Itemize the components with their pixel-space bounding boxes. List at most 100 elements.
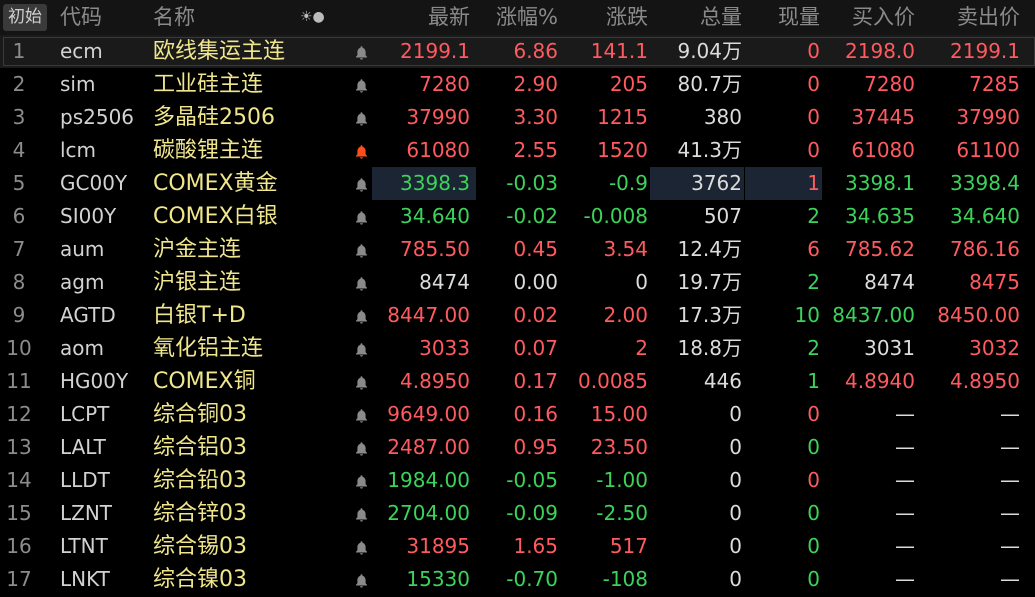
change-percent: 3.30 xyxy=(513,105,558,129)
symbol-code[interactable]: LTNT xyxy=(60,530,150,563)
last-price: 8447.00 xyxy=(387,303,470,327)
table-row[interactable]: 17 LNKT 综合镍03 15330 -0.70 -108 0 0 — — xyxy=(0,563,1035,596)
table-row[interactable]: 8 agm 沪银主连 8474 0.00 0 19.7万 2 8474 8475 xyxy=(0,266,1035,299)
column-header-ask[interactable]: 卖出价 xyxy=(918,0,1020,35)
symbol-code[interactable]: HG00Y xyxy=(60,365,150,398)
total-volume: 0 xyxy=(729,534,742,558)
current-volume: 2 xyxy=(807,204,820,228)
symbol-name[interactable]: 沪银主连 xyxy=(153,266,348,299)
symbol-code[interactable]: AGTD xyxy=(60,299,150,332)
symbol-name[interactable]: 综合锡03 xyxy=(153,530,348,563)
bell-icon[interactable] xyxy=(350,134,372,167)
symbol-code[interactable]: lcm xyxy=(60,134,150,167)
table-row[interactable]: 15 LZNT 综合锌03 2704.00 -0.09 -2.50 0 0 — — xyxy=(0,497,1035,530)
change-amount: -0.9 xyxy=(608,171,648,195)
symbol-code[interactable]: aum xyxy=(60,233,150,266)
bell-icon[interactable] xyxy=(350,563,372,596)
symbol-code[interactable]: LNKT xyxy=(60,563,150,596)
bell-icon[interactable] xyxy=(350,233,372,266)
bell-icon[interactable] xyxy=(350,431,372,464)
ask-price: 8475 xyxy=(969,270,1020,294)
ask-price: 61100 xyxy=(956,138,1020,162)
symbol-name[interactable]: 欧线集运主连 xyxy=(153,35,348,68)
symbol-name[interactable]: COMEX铜 xyxy=(153,365,348,398)
ask-price: 786.16 xyxy=(950,237,1020,261)
bell-icon[interactable] xyxy=(350,365,372,398)
initial-tag-button[interactable]: 初始 xyxy=(3,4,47,31)
column-header-bid[interactable]: 买入价 xyxy=(822,0,915,35)
last-price: 9649.00 xyxy=(387,402,470,426)
symbol-code[interactable]: SI00Y xyxy=(60,200,150,233)
symbol-name[interactable]: 沪金主连 xyxy=(153,233,348,266)
symbol-name[interactable]: 综合锌03 xyxy=(153,497,348,530)
bell-icon[interactable] xyxy=(350,464,372,497)
symbol-name[interactable]: 综合镍03 xyxy=(153,563,348,596)
symbol-name[interactable]: 多晶硅2506 xyxy=(153,101,348,134)
change-percent: -0.09 xyxy=(506,501,558,525)
table-row[interactable]: 2 sim 工业硅主连 7280 2.90 205 80.7万 0 7280 7285 xyxy=(0,68,1035,101)
bell-icon[interactable] xyxy=(350,332,372,365)
column-header-current[interactable]: 现量 xyxy=(745,0,820,35)
table-row[interactable]: 1 ecm 欧线集运主连 2199.1 6.86 141.1 9.04万 0 2198.0 219… xyxy=(0,35,1035,68)
total-volume: 0 xyxy=(729,402,742,426)
display-toggle-icon[interactable]: ☀● xyxy=(300,0,340,35)
column-header-name[interactable]: 名称 xyxy=(153,0,233,35)
table-row[interactable]: 13 LALT 综合铝03 2487.00 0.95 23.50 0 0 — — xyxy=(0,431,1035,464)
symbol-name[interactable]: COMEX白银 xyxy=(153,200,348,233)
total-volume: 17.3万 xyxy=(677,303,742,327)
symbol-code[interactable]: LZNT xyxy=(60,497,150,530)
last-price: 1984.00 xyxy=(387,468,470,492)
symbol-code[interactable]: agm xyxy=(60,266,150,299)
bid-price: — xyxy=(895,567,915,591)
table-row[interactable]: 9 AGTD 白银T+D 8447.00 0.02 2.00 17.3万 10 8437.00 8… xyxy=(0,299,1035,332)
table-row[interactable]: 4 lcm 碳酸锂主连 61080 2.55 1520 41.3万 0 61080 61100 xyxy=(0,134,1035,167)
symbol-code[interactable]: GC00Y xyxy=(60,167,150,200)
symbol-code[interactable]: LCPT xyxy=(60,398,150,431)
table-row[interactable]: 7 aum 沪金主连 785.50 0.45 3.54 12.4万 6 785.62 786.16 xyxy=(0,233,1035,266)
symbol-name[interactable]: 综合铝03 xyxy=(153,431,348,464)
table-row[interactable]: 3 ps2506 多晶硅2506 37990 3.30 1215 380 0 37445 3799… xyxy=(0,101,1035,134)
symbol-name[interactable]: 综合铜03 xyxy=(153,398,348,431)
symbol-code[interactable]: ecm xyxy=(60,35,150,68)
column-header-last[interactable]: 最新 xyxy=(380,0,470,35)
symbol-name[interactable]: 综合铅03 xyxy=(153,464,348,497)
bell-icon[interactable] xyxy=(350,398,372,431)
table-row[interactable]: 16 LTNT 综合锡03 31895 1.65 517 0 0 — — xyxy=(0,530,1035,563)
bell-icon[interactable] xyxy=(350,266,372,299)
table-row[interactable]: 6 SI00Y COMEX白银 34.640 -0.02 -0.008 507 2 34.635… xyxy=(0,200,1035,233)
symbol-code[interactable]: LLDT xyxy=(60,464,150,497)
symbol-code[interactable]: sim xyxy=(60,68,150,101)
table-row[interactable]: 10 aom 氧化铝主连 3033 0.07 2 18.8万 2 3031 3032 xyxy=(0,332,1035,365)
column-header-volume[interactable]: 总量 xyxy=(650,0,742,35)
column-header-pct[interactable]: 涨幅% xyxy=(470,0,558,35)
row-number: 3 xyxy=(12,105,26,129)
bell-icon[interactable] xyxy=(350,167,372,200)
bell-icon[interactable] xyxy=(350,200,372,233)
symbol-name[interactable]: 氧化铝主连 xyxy=(153,332,348,365)
symbol-code[interactable]: aom xyxy=(60,332,150,365)
symbol-name[interactable]: 工业硅主连 xyxy=(153,68,348,101)
change-percent: 0.45 xyxy=(513,237,558,261)
ask-price: 8450.00 xyxy=(937,303,1020,327)
bell-icon[interactable] xyxy=(350,68,372,101)
bell-icon[interactable] xyxy=(350,497,372,530)
table-row[interactable]: 5 GC00Y COMEX黄金 3398.3 -0.03 -0.9 3762 1 3398.1 3… xyxy=(0,167,1035,200)
current-volume: 0 xyxy=(807,435,820,459)
column-header-change[interactable]: 涨跌 xyxy=(560,0,648,35)
symbol-code[interactable]: ps2506 xyxy=(60,101,150,134)
column-header-code[interactable]: 代码 xyxy=(60,0,140,35)
table-row[interactable]: 14 LLDT 综合铅03 1984.00 -0.05 -1.00 0 0 — — xyxy=(0,464,1035,497)
bell-icon[interactable] xyxy=(350,35,372,68)
table-row[interactable]: 12 LCPT 综合铜03 9649.00 0.16 15.00 0 0 — — xyxy=(0,398,1035,431)
table-row[interactable]: 11 HG00Y COMEX铜 4.8950 0.17 0.0085 446 1 4.8940 4… xyxy=(0,365,1035,398)
symbol-name[interactable]: 白银T+D xyxy=(153,299,348,332)
bell-icon[interactable] xyxy=(350,299,372,332)
bell-icon[interactable] xyxy=(350,530,372,563)
bell-icon[interactable] xyxy=(350,101,372,134)
symbol-name[interactable]: 碳酸锂主连 xyxy=(153,134,348,167)
last-price: 7280 xyxy=(419,72,470,96)
symbol-name[interactable]: COMEX黄金 xyxy=(153,167,348,200)
symbol-code[interactable]: LALT xyxy=(60,431,150,464)
ask-price: — xyxy=(1000,468,1020,492)
row-number: 11 xyxy=(6,369,32,393)
